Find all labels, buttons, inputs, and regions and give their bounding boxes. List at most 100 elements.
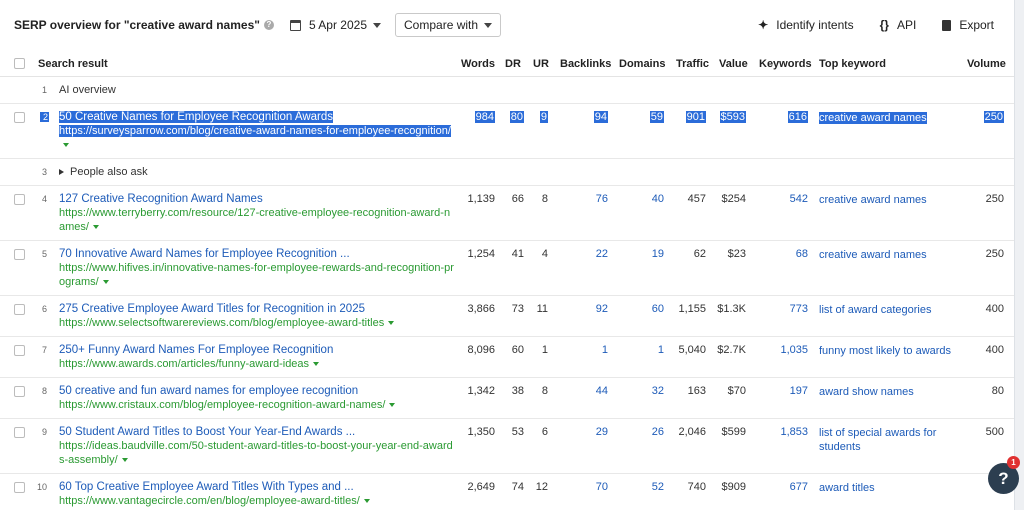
- keywords-link[interactable]: 1,035: [780, 344, 808, 356]
- col-top-keyword[interactable]: Top keyword: [819, 58, 886, 70]
- table-row[interactable]: 6 275 Creative Employee Award Titles for…: [0, 296, 1014, 337]
- top-keyword-link[interactable]: creative award names: [819, 193, 959, 207]
- people-also-ask-row[interactable]: 3 People also ask: [0, 159, 1014, 186]
- table-row[interactable]: 2 50 Creative Names for Employee Recogni…: [0, 104, 1014, 159]
- backlinks-link[interactable]: 22: [596, 248, 608, 260]
- row-checkbox[interactable]: [14, 304, 25, 315]
- keywords-link[interactable]: 616: [787, 111, 808, 123]
- table-row[interactable]: 7 250+ Funny Award Names For Employee Re…: [0, 337, 1014, 378]
- row-checkbox[interactable]: [14, 427, 25, 438]
- col-volume[interactable]: Volume: [967, 58, 1006, 70]
- top-keyword-link[interactable]: list of award categories: [819, 303, 959, 317]
- caret-down-icon[interactable]: [313, 362, 320, 367]
- result-title-link[interactable]: 127 Creative Recognition Award Names: [59, 192, 454, 206]
- result-title-link[interactable]: 50 Creative Names for Employee Recogniti…: [59, 111, 334, 123]
- col-search-result[interactable]: Search result: [38, 58, 108, 70]
- result-title-link[interactable]: 50 Student Award Titles to Boost Your Ye…: [59, 425, 454, 439]
- keywords-link[interactable]: 1,853: [780, 426, 808, 438]
- keywords-link[interactable]: 542: [790, 193, 808, 205]
- result-url-link[interactable]: https://www.cristaux.com/blog/employee-r…: [59, 399, 385, 411]
- table-row[interactable]: 9 50 Student Award Titles to Boost Your …: [0, 419, 1014, 474]
- help-icon[interactable]: ?: [263, 20, 274, 30]
- date-picker[interactable]: 5 Apr 2025: [289, 18, 382, 32]
- row-checkbox[interactable]: [14, 345, 25, 356]
- result-url-link[interactable]: https://ideas.baudville.com/50-student-a…: [59, 440, 453, 466]
- col-ur[interactable]: UR: [533, 58, 549, 70]
- result-title-link[interactable]: 250+ Funny Award Names For Employee Reco…: [59, 343, 454, 357]
- backlinks-link[interactable]: 76: [596, 193, 608, 205]
- row-checkbox[interactable]: [14, 194, 25, 205]
- col-words[interactable]: Words: [461, 58, 495, 70]
- volume-value: 250: [985, 248, 1004, 260]
- row-number: 9: [41, 427, 47, 437]
- backlinks-link[interactable]: 70: [596, 481, 608, 493]
- export-icon: [942, 19, 952, 31]
- domains-link[interactable]: 19: [652, 248, 664, 260]
- backlinks-link[interactable]: 1: [602, 344, 608, 356]
- row-checkbox[interactable]: [14, 112, 25, 123]
- table-row[interactable]: 5 70 Innovative Award Names for Employee…: [0, 241, 1014, 296]
- row-checkbox[interactable]: [14, 249, 25, 260]
- col-value[interactable]: Value: [719, 58, 748, 70]
- people-also-ask-toggle[interactable]: People also ask: [59, 166, 148, 178]
- row-number: 5: [41, 249, 47, 259]
- caret-down-icon[interactable]: [388, 321, 395, 326]
- backlinks-link[interactable]: 94: [593, 111, 608, 123]
- caret-down-icon[interactable]: [102, 280, 109, 285]
- compare-with-dropdown[interactable]: Compare with: [395, 13, 502, 37]
- domains-link[interactable]: 40: [652, 193, 664, 205]
- select-all-checkbox[interactable]: [14, 58, 25, 69]
- backlinks-link[interactable]: 92: [596, 303, 608, 315]
- ai-overview-row[interactable]: 1 AI overview: [0, 77, 1014, 104]
- result-title-link[interactable]: 275 Creative Employee Award Titles for R…: [59, 302, 454, 316]
- col-keywords[interactable]: Keywords: [759, 58, 812, 70]
- col-backlinks[interactable]: Backlinks: [560, 58, 611, 70]
- backlinks-link[interactable]: 29: [596, 426, 608, 438]
- top-keyword-link[interactable]: award show names: [819, 385, 959, 399]
- caret-down-icon[interactable]: [363, 499, 370, 504]
- result-url-link[interactable]: https://www.terryberry.com/resource/127-…: [59, 207, 450, 233]
- result-title-link[interactable]: 70 Innovative Award Names for Employee R…: [59, 247, 454, 261]
- keywords-link[interactable]: 677: [790, 481, 808, 493]
- top-keyword-link[interactable]: list of special awards for students: [819, 426, 954, 454]
- domains-link[interactable]: 32: [652, 385, 664, 397]
- result-title-link[interactable]: 50 creative and fun award names for empl…: [59, 384, 454, 398]
- keywords-link[interactable]: 68: [796, 248, 808, 260]
- top-keyword-link[interactable]: award titles: [819, 481, 959, 495]
- backlinks-link[interactable]: 44: [596, 385, 608, 397]
- col-dr[interactable]: DR: [505, 58, 521, 70]
- caret-down-icon[interactable]: [92, 225, 99, 230]
- col-domains[interactable]: Domains: [619, 58, 665, 70]
- ur-value: 11: [536, 303, 548, 315]
- domains-link[interactable]: 26: [652, 426, 664, 438]
- domains-link[interactable]: 60: [652, 303, 664, 315]
- keywords-link[interactable]: 773: [790, 303, 808, 315]
- domains-link[interactable]: 59: [649, 111, 664, 123]
- result-url-link[interactable]: https://www.awards.com/articles/funny-aw…: [59, 358, 309, 370]
- row-checkbox[interactable]: [14, 482, 25, 493]
- result-title-link[interactable]: 60 Top Creative Employee Award Titles Wi…: [59, 480, 454, 494]
- caret-down-icon[interactable]: [63, 143, 69, 148]
- api-button[interactable]: {} API: [880, 18, 917, 32]
- export-button[interactable]: Export: [942, 18, 994, 32]
- top-keyword-link[interactable]: creative award names: [819, 112, 927, 124]
- result-url-link[interactable]: https://surveysparrow.com/blog/creative-…: [59, 125, 451, 137]
- top-keyword-link[interactable]: creative award names: [819, 248, 959, 262]
- table-row[interactable]: 10 60 Top Creative Employee Award Titles…: [0, 474, 1014, 510]
- table-row[interactable]: 4 127 Creative Recognition Award Names h…: [0, 186, 1014, 241]
- identify-intents-button[interactable]: ✦ Identify intents: [758, 18, 853, 32]
- keywords-link[interactable]: 197: [790, 385, 808, 397]
- row-number: 3: [41, 167, 47, 177]
- top-keyword-link[interactable]: funny most likely to awards: [819, 344, 959, 358]
- table-row[interactable]: 8 50 creative and fun award names for em…: [0, 378, 1014, 419]
- row-checkbox[interactable]: [14, 386, 25, 397]
- result-url-link[interactable]: https://www.selectsoftwarereviews.com/bl…: [59, 317, 384, 329]
- result-url-link[interactable]: https://www.hifives.in/innovative-names-…: [59, 262, 454, 288]
- col-traffic[interactable]: Traffic: [676, 58, 709, 70]
- caret-down-icon[interactable]: [121, 458, 128, 463]
- volume-value: 250: [983, 111, 1004, 123]
- domains-link[interactable]: 52: [652, 481, 664, 493]
- result-url-link[interactable]: https://www.vantagecircle.com/en/blog/em…: [59, 495, 360, 507]
- domains-link[interactable]: 1: [658, 344, 664, 356]
- caret-down-icon[interactable]: [389, 403, 396, 408]
